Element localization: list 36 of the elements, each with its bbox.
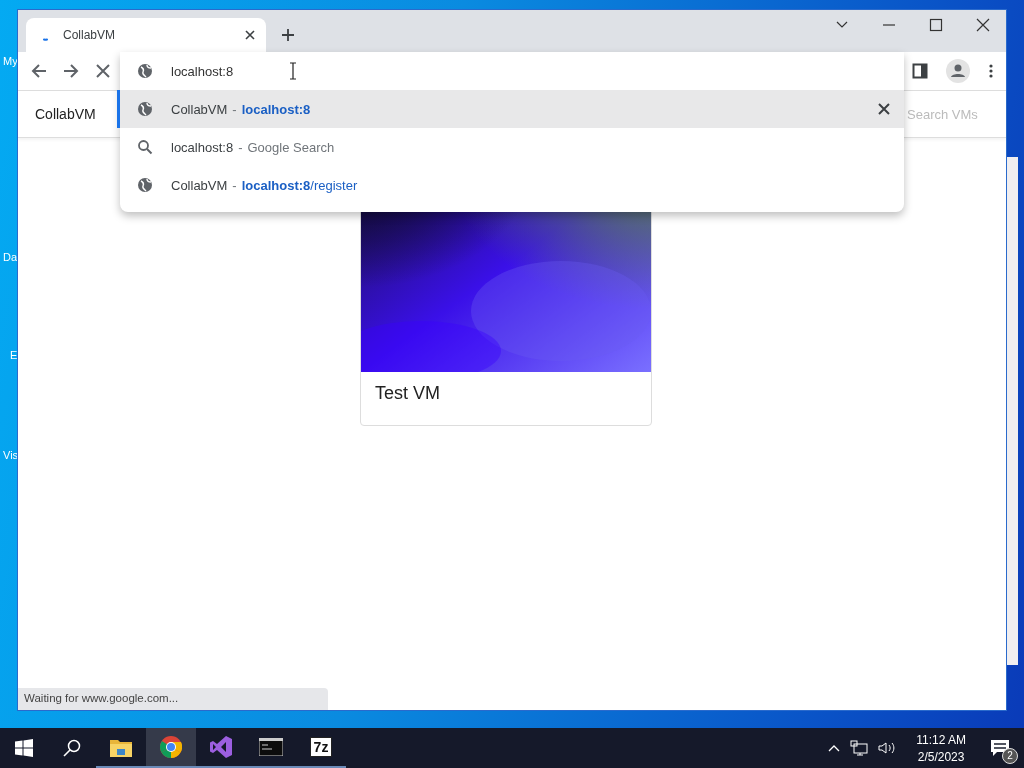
brand-link[interactable]: CollabVM bbox=[35, 106, 96, 122]
volume-icon[interactable] bbox=[878, 741, 897, 755]
taskbar-app[interactable] bbox=[146, 728, 196, 768]
maximize-icon[interactable] bbox=[929, 18, 943, 32]
globe-icon bbox=[137, 63, 153, 79]
stop-icon[interactable] bbox=[94, 62, 112, 80]
taskbar-app[interactable]: 7z bbox=[296, 728, 346, 768]
browser-tab[interactable]: CollabVM bbox=[26, 18, 266, 52]
text-cursor-icon bbox=[289, 62, 297, 80]
new-tab-icon[interactable] bbox=[280, 27, 296, 43]
vm-title: Test VM bbox=[374, 382, 441, 405]
back-icon[interactable] bbox=[30, 62, 48, 80]
chevron-up-icon[interactable] bbox=[828, 744, 841, 752]
windows-start-icon[interactable] bbox=[15, 739, 33, 757]
menu-icon[interactable] bbox=[988, 63, 994, 79]
clock-date: 2/5/2023 bbox=[917, 749, 965, 764]
chrome-icon bbox=[160, 736, 182, 758]
globe-icon bbox=[137, 177, 153, 193]
clock-time: 11:12 AM bbox=[916, 732, 966, 747]
folder-icon bbox=[110, 737, 132, 757]
address-field[interactable]: localhost:8 bbox=[171, 63, 247, 79]
globe-icon bbox=[137, 101, 153, 117]
network-icon[interactable] bbox=[850, 740, 869, 756]
clock[interactable]: 11:12 AM 2/5/2023 bbox=[906, 732, 976, 764]
status-bar: Waiting for www.google.com... bbox=[18, 688, 328, 710]
remove-icon[interactable] bbox=[878, 103, 890, 115]
search-icon[interactable] bbox=[63, 739, 81, 757]
visual-studio-icon bbox=[210, 736, 232, 758]
profile-icon[interactable] bbox=[946, 59, 970, 83]
search-icon bbox=[137, 139, 153, 155]
terminal-icon bbox=[259, 738, 283, 756]
side-panel-icon[interactable] bbox=[912, 63, 928, 79]
notification-badge: 2 bbox=[1002, 748, 1018, 764]
suggestion-item[interactable]: CollabVM - localhost:8 bbox=[117, 90, 904, 128]
close-icon[interactable] bbox=[976, 18, 990, 32]
forward-icon[interactable] bbox=[62, 62, 80, 80]
